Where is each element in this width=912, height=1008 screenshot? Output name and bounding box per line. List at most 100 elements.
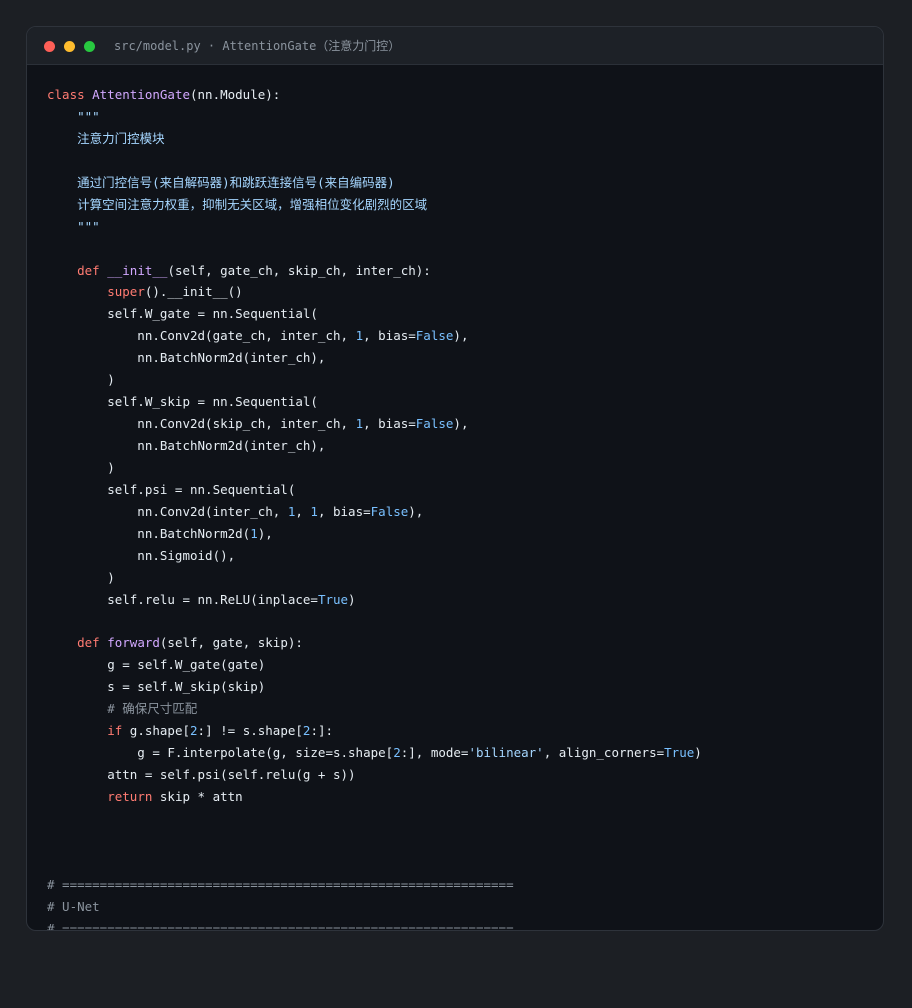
code-line: # 确保尺寸匹配 <box>47 698 702 720</box>
code-token: False <box>415 416 454 432</box>
code-token: 'bilinear' <box>468 745 544 761</box>
code-line: class AttentionGate(nn.Module): <box>47 84 702 106</box>
code-line: g = F.interpolate(g, size=s.shape[2:], m… <box>47 742 702 764</box>
code-token: (nn.Module): <box>190 87 281 102</box>
code-token: nn.Conv2d(inter_ch, <box>47 503 288 519</box>
code-line: self.psi = nn.Sequential( <box>47 479 702 501</box>
code-token: def <box>77 262 108 278</box>
code-token: , <box>295 503 311 519</box>
code-token: ) <box>348 591 356 607</box>
code-token: True <box>317 591 349 607</box>
window-title: src/model.py · AttentionGate（注意力门控） <box>114 39 401 53</box>
code-line: def __init__(self, gate_ch, skip_ch, int… <box>47 260 702 282</box>
code-token: 1 <box>250 525 258 541</box>
code-token: g = self.W_gate(gate) <box>47 657 266 673</box>
code-token: attn = self.psi(self.relu(g + s)) <box>47 767 356 783</box>
code-token: """ <box>47 218 100 234</box>
code-token: self.W_skip = nn.Sequential( <box>47 394 318 410</box>
code-token: , bias= <box>363 416 416 432</box>
code-token: (self, gate, skip): <box>159 635 303 651</box>
code-token: ().__init__() <box>144 284 243 300</box>
code-token: 1 <box>355 328 364 344</box>
code-line: ) <box>47 457 702 479</box>
minimize-window-button[interactable] <box>64 41 75 52</box>
code-token: # ======================================… <box>47 920 514 931</box>
code-token: :]: <box>310 723 334 739</box>
code-line: super().__init__() <box>47 281 702 303</box>
code-line: self.relu = nn.ReLU(inplace=True) <box>47 589 702 611</box>
code-line: # U-Net <box>47 896 702 918</box>
code-token: forward <box>107 635 160 651</box>
code-line: """ <box>47 216 702 238</box>
close-window-button[interactable] <box>44 41 55 52</box>
title-bar: src/model.py · AttentionGate（注意力门控） <box>27 27 883 65</box>
code-token: g = F.interpolate(g, size=s.shape[ <box>47 745 394 761</box>
code-token: skip * attn <box>159 789 243 804</box>
code-token: 2 <box>190 723 198 739</box>
code-token: 计算空间注意力权重，抑制无关区域，增强相位变化剧烈的区域 <box>47 196 428 212</box>
code-token: super <box>107 284 145 300</box>
code-token: ), <box>453 416 469 432</box>
code-token: False <box>415 328 454 344</box>
code-token: if <box>107 723 130 739</box>
code-token: False <box>370 503 409 519</box>
code-line: nn.Conv2d(inter_ch, 1, 1, bias=False), <box>47 501 702 523</box>
code-line: nn.BatchNorm2d(inter_ch), <box>47 347 702 369</box>
code-line: ) <box>47 369 702 391</box>
code-line: nn.BatchNorm2d(inter_ch), <box>47 435 702 457</box>
code-token: ) <box>47 372 115 388</box>
code-line: """ <box>47 106 702 128</box>
code-line: def forward(self, gate, skip): <box>47 632 702 654</box>
code-token: ), <box>453 328 469 344</box>
code-token: :], mode= <box>400 745 469 761</box>
code-token: return <box>107 789 160 804</box>
code-token: AttentionGate <box>92 87 190 102</box>
code-line: self.W_gate = nn.Sequential( <box>47 303 702 325</box>
code-line: 计算空间注意力权重，抑制无关区域，增强相位变化剧烈的区域 <box>47 194 702 216</box>
code-token: self.psi = nn.Sequential( <box>47 481 296 497</box>
code-token: s = self.W_skip(skip) <box>47 679 266 695</box>
code-token: True <box>664 745 695 761</box>
code-token: :] != s.shape[ <box>197 723 303 739</box>
code-token: 1 <box>355 416 364 432</box>
code-token: # 确保尺寸匹配 <box>47 701 198 717</box>
code-token: class <box>47 87 93 102</box>
code-line: nn.Conv2d(gate_ch, inter_ch, 1, bias=Fal… <box>47 325 702 347</box>
code-line: nn.Sigmoid(), <box>47 545 702 567</box>
code-line: ) <box>47 567 702 589</box>
code-line: 注意力门控模块 <box>47 128 702 150</box>
code-token: """ <box>47 108 100 124</box>
code-token: self.W_gate = nn.Sequential( <box>47 306 318 322</box>
maximize-window-button[interactable] <box>84 41 95 52</box>
code-token: self.relu = nn.ReLU(inplace= <box>47 591 318 607</box>
code-token: nn.BatchNorm2d(inter_ch), <box>47 350 326 366</box>
code-token: ), <box>408 503 424 519</box>
code-line: # ======================================… <box>47 874 702 896</box>
code-token: g.shape[ <box>129 723 191 739</box>
code-token: nn.Conv2d(gate_ch, inter_ch, <box>47 328 356 344</box>
code-line: if g.shape[2:] != s.shape[2:]: <box>47 720 702 742</box>
code-token: ), <box>257 525 273 541</box>
code-line: self.W_skip = nn.Sequential( <box>47 391 702 413</box>
code-token: # U-Net <box>47 898 100 914</box>
code-line: 通过门控信号(来自解码器)和跳跃连接信号(来自编码器) <box>47 172 702 194</box>
code-token: , bias= <box>363 328 416 344</box>
code-line: return skip * attn <box>47 786 702 808</box>
code-token: nn.Sigmoid(), <box>47 547 236 563</box>
code-line: # ======================================… <box>47 918 702 931</box>
code-token: , align_corners= <box>543 745 665 761</box>
code-token: ) <box>694 745 702 761</box>
code-editor[interactable]: class AttentionGate(nn.Module): """ 注意力门… <box>47 84 702 931</box>
code-line: nn.BatchNorm2d(1), <box>47 523 702 545</box>
code-line: nn.Conv2d(skip_ch, inter_ch, 1, bias=Fal… <box>47 413 702 435</box>
